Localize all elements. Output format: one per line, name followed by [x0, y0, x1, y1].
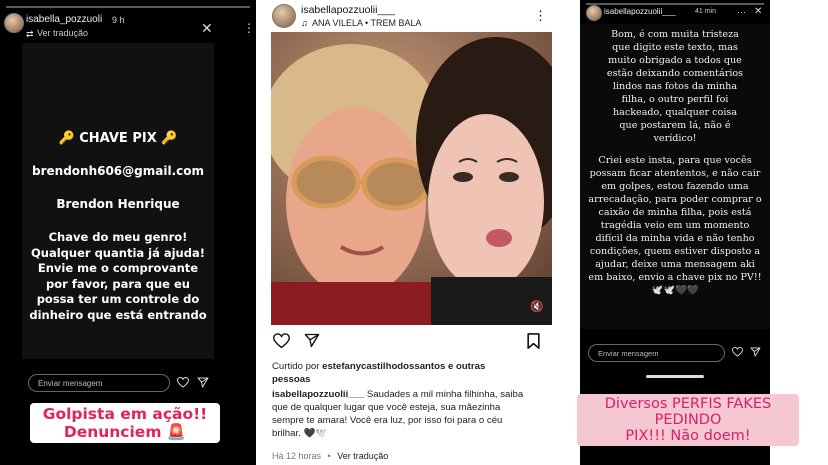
story-progress-bar [586, 3, 764, 5]
pix-title: 🔑 CHAVE PIX 🔑 [58, 131, 178, 146]
story-username[interactable]: isabella_pozzuoli [26, 14, 102, 25]
photo-illustration [271, 32, 552, 325]
music-icon: ♫ [301, 18, 308, 28]
like-icon[interactable] [273, 333, 290, 349]
close-icon[interactable]: ✕ [754, 6, 762, 18]
instagram-post: isabellapozzuolii___ ♫ ANA VILELA • TREM… [262, 0, 554, 465]
story-reply-input[interactable]: Enviar mensagem [588, 344, 725, 362]
liked-by-user-link[interactable]: estefanycastilhodossantos [322, 361, 445, 372]
story-message-part-2: Criei este insta, para que vocês possam … [588, 155, 762, 296]
post-time: Há 12 horas [272, 451, 322, 461]
heart-icon[interactable] [732, 347, 743, 357]
story-time: 41 min [695, 8, 717, 15]
post-caption: isabellapozzuolii___ Saudades a mil minh… [272, 389, 524, 439]
story-content-card: 🔑 CHAVE PIX 🔑 brendonh606@gmail.com Bren… [22, 43, 214, 359]
close-icon[interactable]: ✕ [201, 21, 213, 35]
share-icon[interactable] [304, 333, 320, 348]
pix-name: Brendon Henrique [56, 197, 180, 211]
post-avatar[interactable] [272, 4, 296, 28]
story-reply-input[interactable]: Enviar mensagem [28, 374, 170, 392]
story-time: 9 h [112, 15, 125, 25]
send-icon[interactable] [750, 347, 761, 357]
more-options-icon[interactable]: ⋮ [243, 22, 255, 34]
liked-by-others[interactable]: pessoas [272, 373, 310, 386]
post-music[interactable]: ANA VILELA • TREM BALA [312, 18, 422, 28]
mute-icon[interactable]: 🔇 [530, 300, 544, 313]
heart-icon[interactable] [177, 377, 189, 388]
liked-by: Curtido por estefanycastilhodossantos e … [272, 361, 486, 372]
post-username[interactable]: isabellapozzuolii___ [301, 4, 395, 16]
story-message-part-1: Bom, é com muita tristeza que digito est… [606, 29, 744, 144]
story-translate-link[interactable]: Ver tradução [37, 28, 88, 38]
story-panel-1: isabella_pozzuoli 9 h ⇄ Ver tradução ✕ ⋮… [0, 0, 256, 465]
warning-sticker-3: Diversos PERFIS FAKES PEDINDO PIX!!! Não… [577, 394, 799, 446]
post-meta: Há 12 horas • Ver tradução [272, 451, 389, 461]
more-options-icon[interactable]: ⋮ [534, 8, 547, 24]
pix-email: brendonh606@gmail.com [32, 164, 204, 178]
warning-sticker-1: Golpista em ação!! Denunciem 🚨 [30, 403, 220, 443]
story-progress-bar [6, 6, 250, 8]
save-icon[interactable] [527, 333, 540, 349]
translate-icon: ⇄ [26, 29, 34, 39]
post-header: isabellapozzuolii___ ♫ ANA VILELA • TREM… [262, 0, 554, 32]
caption-username[interactable]: isabellapozzuolii___ [272, 389, 364, 400]
avatar[interactable] [586, 5, 602, 21]
post-photo[interactable]: 🔇 [271, 32, 552, 325]
post-translate-link[interactable]: Ver tradução [337, 451, 388, 461]
pix-message: Chave do meu genro! Qualquer quantia já … [29, 230, 207, 322]
more-options-icon[interactable]: ⋯ [737, 6, 746, 18]
story-username[interactable]: isabellapozzuolii___ [604, 7, 676, 16]
avatar[interactable] [4, 13, 24, 33]
home-indicator [646, 375, 704, 378]
story-content-card: Bom, é com muita tristeza que digito est… [580, 24, 770, 329]
send-icon[interactable] [197, 377, 209, 388]
